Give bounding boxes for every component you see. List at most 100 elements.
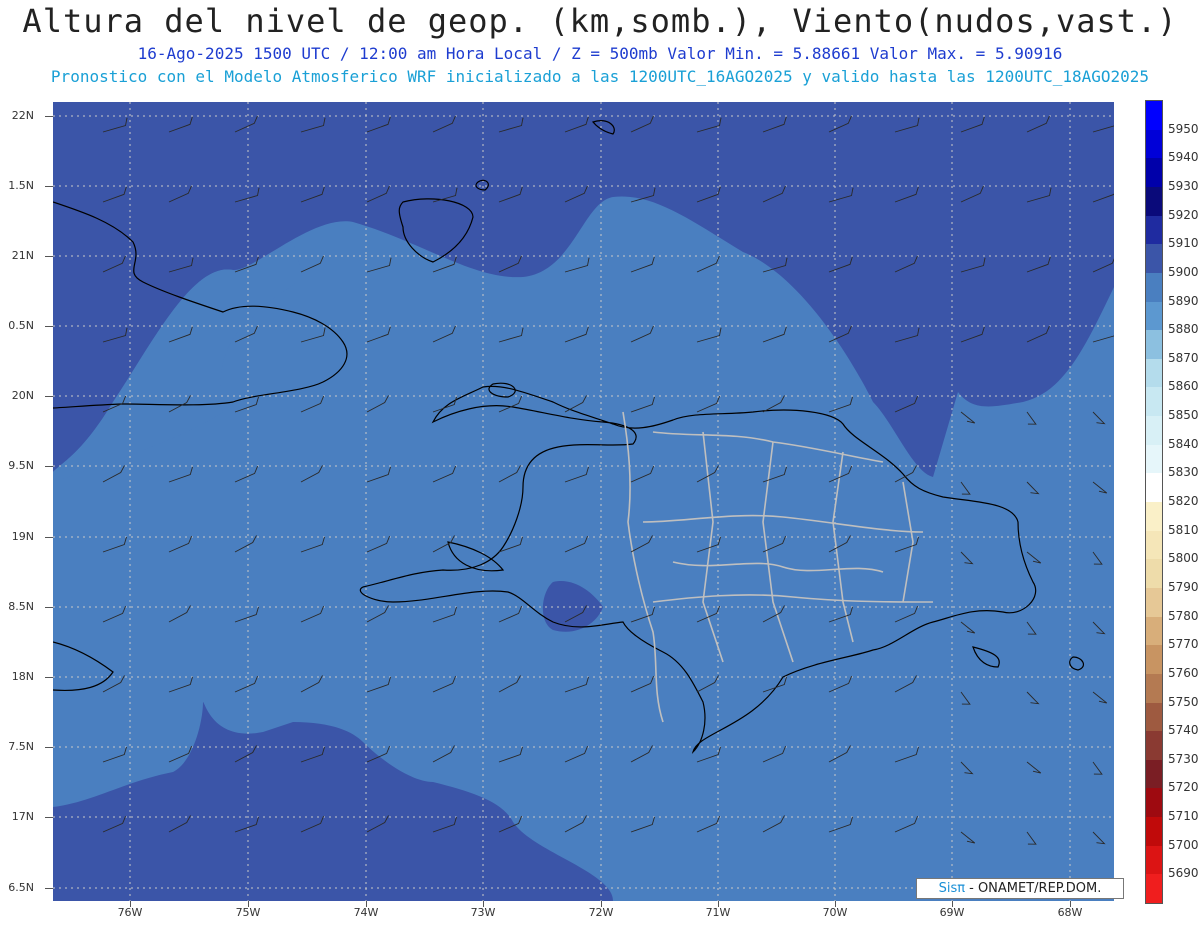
lon-tick: [718, 901, 719, 907]
map-plot-area[interactable]: [53, 102, 1114, 901]
lat-tick: [45, 747, 53, 748]
colorbar-segment: [1146, 101, 1162, 131]
lat-label: 20N: [11, 389, 34, 402]
colorbar-segment: [1146, 874, 1162, 904]
lon-label: 69W: [939, 906, 965, 919]
colorbar-segment: [1146, 702, 1162, 732]
lon-tick: [248, 901, 249, 907]
colorbar-label: 5830: [1168, 465, 1199, 480]
colorbar-label: 5710: [1168, 809, 1199, 824]
lon-tick: [601, 901, 602, 907]
sispi-logo: Sisπ: [938, 881, 966, 896]
lon-label: 71W: [705, 906, 731, 919]
colorbar-segment: [1146, 272, 1162, 302]
colorbar-segment: [1146, 645, 1162, 675]
geopotential-map: [53, 102, 1114, 901]
lon-label: 75W: [235, 906, 261, 919]
colorbar-label: 5950: [1168, 121, 1199, 136]
colorbar-segment: [1146, 416, 1162, 446]
lat-tick: [45, 326, 53, 327]
colorbar-segment: [1146, 530, 1162, 560]
lat-label: 8.5N: [8, 600, 34, 613]
colorbar-segment: [1146, 788, 1162, 818]
lon-label: 72W: [588, 906, 614, 919]
colorbar-label: 5850: [1168, 408, 1199, 423]
lon-tick: [483, 901, 484, 907]
colorbar-segment: [1146, 759, 1162, 789]
lat-label: 21N: [11, 249, 34, 262]
forecast-time-line: 16-Ago-2025 1500 UTC / 12:00 am Hora Loc…: [137, 44, 1063, 63]
colorbar-label: 5750: [1168, 694, 1199, 709]
colorbar-segment: [1146, 616, 1162, 646]
colorbar-segment: [1146, 587, 1162, 618]
colorbar-label: 5940: [1168, 150, 1199, 165]
lat-label: 9.5N: [8, 459, 34, 472]
colorbar-segment: [1146, 330, 1162, 360]
lat-tick: [45, 677, 53, 678]
lat-tick: [45, 607, 53, 608]
colorbar-segment: [1146, 244, 1162, 274]
map-title: Altura del nivel de geop. (km,somb.), Vi…: [22, 2, 1178, 40]
lon-tick: [835, 901, 836, 907]
colorbar-label: 5860: [1168, 379, 1199, 394]
colorbar-label: 5720: [1168, 780, 1199, 795]
colorbar-label: 5910: [1168, 236, 1199, 251]
lon-tick: [366, 901, 367, 907]
colorbar-label: 5730: [1168, 751, 1199, 766]
colorbar-segment: [1146, 817, 1162, 847]
colorbar-label: 5890: [1168, 293, 1199, 308]
colorbar-label: 5870: [1168, 350, 1199, 365]
lat-label: 19N: [11, 530, 34, 543]
colorbar-label: 5700: [1168, 837, 1199, 852]
lat-label: 17N: [11, 810, 34, 823]
colorbar-label: 5820: [1168, 494, 1199, 508]
colorbar-segment: [1146, 444, 1162, 474]
lon-label: 70W: [822, 906, 848, 919]
colorbar: [1145, 100, 1163, 904]
lat-tick: [45, 186, 53, 187]
lon-tick: [952, 901, 953, 907]
lon-tick: [130, 901, 131, 907]
lat-tick: [45, 888, 53, 889]
lat-tick: [45, 466, 53, 467]
colorbar-segment: [1146, 387, 1162, 417]
lon-label: 68W: [1057, 906, 1083, 919]
colorbar-segment: [1146, 845, 1162, 875]
lat-tick: [45, 116, 53, 117]
lat-tick: [45, 396, 53, 397]
lat-label: 18N: [11, 670, 34, 683]
colorbar-label: 5810: [1168, 522, 1199, 537]
lat-tick: [45, 256, 53, 257]
lat-label: 0.5N: [8, 319, 34, 332]
lon-tick: [1070, 901, 1071, 907]
lon-label: 76W: [117, 906, 143, 919]
lat-tick: [45, 817, 53, 818]
colorbar-segment: [1146, 559, 1162, 589]
colorbar-label: 5780: [1168, 608, 1199, 623]
colorbar-label: 5840: [1168, 436, 1199, 451]
colorbar-label: 5740: [1168, 723, 1199, 738]
colorbar-segment: [1146, 301, 1162, 331]
colorbar-label: 5920: [1168, 207, 1199, 222]
lat-label: 7.5N: [8, 740, 34, 753]
colorbar-label: 5760: [1168, 665, 1199, 680]
colorbar-segment: [1146, 502, 1162, 532]
colorbar-segment: [1146, 358, 1162, 388]
colorbar-label: 5770: [1168, 637, 1199, 652]
model-info-line: Pronostico con el Modelo Atmosferico WRF…: [50, 67, 1150, 86]
colorbar-segment: [1146, 673, 1162, 703]
colorbar-segment: [1146, 215, 1162, 245]
colorbar-label: 5900: [1168, 264, 1199, 279]
lat-tick: [45, 537, 53, 538]
lat-label: 1.5N: [8, 179, 34, 192]
credit-box: Sisπ - ONAMET/REP.DOM.: [916, 878, 1124, 899]
colorbar-segment: [1146, 158, 1162, 188]
lat-label: 22N: [11, 109, 34, 122]
colorbar-segment: [1146, 473, 1162, 503]
colorbar-segment: [1146, 186, 1162, 217]
lat-label: 6.5N: [8, 881, 34, 894]
lon-label: 74W: [353, 906, 379, 919]
lon-label: 73W: [470, 906, 496, 919]
colorbar-label: 5880: [1168, 322, 1199, 337]
colorbar-segment: [1146, 129, 1162, 159]
